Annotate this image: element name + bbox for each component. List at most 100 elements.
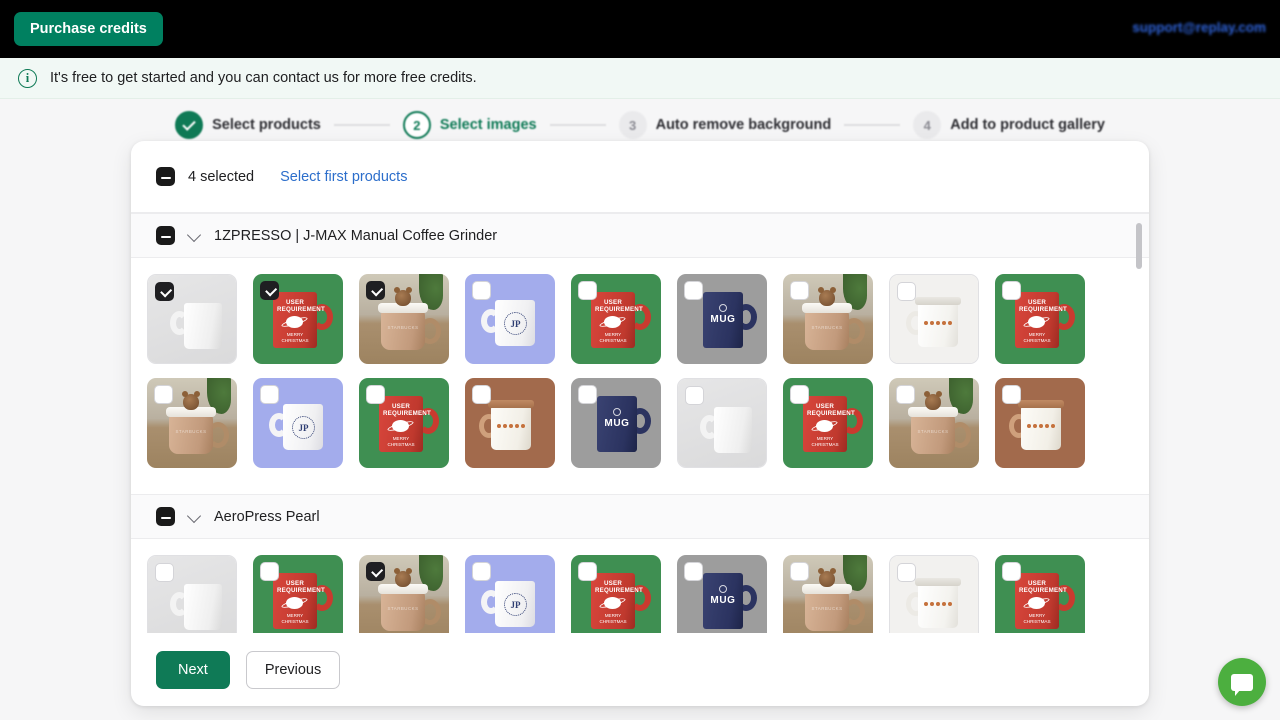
select-all-checkbox[interactable] (156, 167, 175, 186)
mug-body (918, 584, 958, 628)
card-footer: Next Previous (131, 634, 1149, 706)
mug-text: MUG (710, 595, 736, 606)
mug-body (1021, 406, 1061, 450)
image-thumbnail[interactable]: USER REQUIREMENT MERRY CHRISTMAS (571, 555, 661, 633)
image-thumbnail[interactable]: STARBUCKS (783, 274, 873, 364)
select-first-products-link[interactable]: Select first products (280, 169, 407, 185)
mug-brand-text: STARBUCKS (811, 325, 843, 330)
group-select-checkbox[interactable] (156, 226, 175, 245)
image-thumbnail[interactable]: JP (465, 274, 555, 364)
image-thumbnail[interactable] (147, 274, 237, 364)
image-checkbox[interactable] (790, 281, 809, 300)
mug-text-bottom: MERRY CHRISTMAS (281, 613, 309, 624)
chat-bubble-icon[interactable] (1218, 658, 1266, 706)
bead (1039, 423, 1043, 428)
image-thumbnail[interactable] (147, 555, 237, 633)
bead (521, 423, 525, 428)
scrollbar-thumb[interactable] (1136, 223, 1142, 269)
image-checkbox[interactable] (897, 563, 916, 582)
image-thumbnail[interactable]: MUG (677, 274, 767, 364)
image-thumbnail[interactable]: USER REQUIREMENT MERRY CHRISTMAS (571, 274, 661, 364)
image-thumbnail[interactable]: USER REQUIREMENT MERRY CHRISTMAS (253, 555, 343, 633)
image-thumbnail[interactable] (995, 378, 1085, 468)
group-select-checkbox[interactable] (156, 507, 175, 526)
image-checkbox[interactable] (260, 562, 279, 581)
selected-count-label: 4 selected (188, 168, 255, 185)
image-checkbox[interactable] (366, 281, 385, 300)
step-1[interactable]: Select products (175, 111, 321, 139)
info-banner-text: It's free to get started and you can con… (50, 70, 477, 86)
info-banner: i It's free to get started and you can c… (0, 58, 1280, 99)
image-thumbnail[interactable]: USER REQUIREMENT MERRY CHRISTMAS (359, 378, 449, 468)
image-checkbox[interactable] (1002, 385, 1021, 404)
image-thumbnail[interactable] (889, 555, 979, 633)
step-2[interactable]: 2 Select images (402, 111, 537, 139)
image-checkbox[interactable] (155, 282, 174, 301)
step-3[interactable]: 3 Auto remove background (618, 111, 832, 139)
mug-brand-text: STARBUCKS (175, 429, 207, 434)
mug-brand-text: STARBUCKS (811, 606, 843, 611)
bead (936, 320, 940, 325)
image-checkbox[interactable] (472, 562, 491, 581)
mug-monogram-seal: JP (504, 312, 527, 335)
image-thumbnail[interactable]: STARBUCKS (359, 274, 449, 364)
image-checkbox[interactable] (260, 281, 279, 300)
image-thumbnail[interactable] (889, 274, 979, 364)
bead (497, 423, 501, 428)
step-3-circle: 3 (618, 111, 647, 139)
image-checkbox[interactable] (155, 563, 174, 582)
image-thumbnail[interactable]: STARBUCKS (147, 378, 237, 468)
image-checkbox[interactable] (685, 386, 704, 405)
group-header: 1ZPRESSO | J-MAX Manual Coffee Grinder (131, 213, 1149, 258)
image-checkbox[interactable] (684, 562, 703, 581)
thumbnail-grid: USER REQUIREMENT MERRY CHRISTMAS STARBUCKS… (131, 258, 1149, 494)
image-checkbox[interactable] (684, 281, 703, 300)
image-checkbox[interactable] (154, 385, 173, 404)
image-checkbox[interactable] (366, 562, 385, 581)
image-thumbnail[interactable] (465, 378, 555, 468)
image-checkbox[interactable] (790, 385, 809, 404)
next-button[interactable]: Next (156, 651, 230, 689)
image-thumbnail[interactable]: JP (465, 555, 555, 633)
chevron-down-icon[interactable] (188, 510, 201, 523)
image-checkbox[interactable] (578, 281, 597, 300)
image-checkbox[interactable] (366, 385, 385, 404)
step-4[interactable]: 4 Add to product gallery (913, 111, 1105, 139)
mug-body (911, 414, 955, 454)
image-thumbnail[interactable]: USER REQUIREMENT MERRY CHRISTMAS (995, 274, 1085, 364)
image-thumbnail[interactable]: USER REQUIREMENT MERRY CHRISTMAS (995, 555, 1085, 633)
mug-lid (488, 400, 534, 408)
chevron-down-icon[interactable] (188, 229, 201, 242)
mug-body (491, 406, 531, 450)
image-checkbox[interactable] (260, 385, 279, 404)
image-thumbnail[interactable]: JP (253, 378, 343, 468)
scrollbar-track[interactable] (1136, 221, 1142, 625)
image-checkbox[interactable] (578, 385, 597, 404)
image-checkbox[interactable] (1002, 281, 1021, 300)
image-thumbnail[interactable]: STARBUCKS (889, 378, 979, 468)
image-thumbnail[interactable] (677, 378, 767, 468)
image-thumbnail[interactable]: USER REQUIREMENT MERRY CHRISTMAS (783, 378, 873, 468)
image-thumbnail[interactable]: MUG (571, 378, 661, 468)
image-checkbox[interactable] (897, 282, 916, 301)
mug-text: MUG (710, 314, 736, 325)
image-checkbox[interactable] (896, 385, 915, 404)
image-groups-scroll-area[interactable]: 1ZPRESSO | J-MAX Manual Coffee Grinder US… (131, 213, 1149, 633)
previous-button[interactable]: Previous (245, 651, 341, 689)
mug-body (381, 310, 425, 350)
image-checkbox[interactable] (578, 562, 597, 581)
image-checkbox[interactable] (790, 562, 809, 581)
mug-lid (915, 578, 961, 586)
image-thumbnail[interactable]: STARBUCKS (359, 555, 449, 633)
image-checkbox[interactable] (472, 385, 491, 404)
image-thumbnail[interactable]: USER REQUIREMENT MERRY CHRISTMAS (253, 274, 343, 364)
step-3-label: Auto remove background (655, 117, 832, 133)
purchase-credits-button[interactable]: Purchase credits (14, 12, 163, 46)
image-thumbnail[interactable]: MUG (677, 555, 767, 633)
mug-logo-dot (719, 585, 727, 593)
image-thumbnail[interactable]: STARBUCKS (783, 555, 873, 633)
image-checkbox[interactable] (1002, 562, 1021, 581)
image-checkbox[interactable] (472, 281, 491, 300)
support-email-link[interactable]: support@replay.com (1132, 20, 1266, 35)
mug-body (184, 303, 222, 349)
